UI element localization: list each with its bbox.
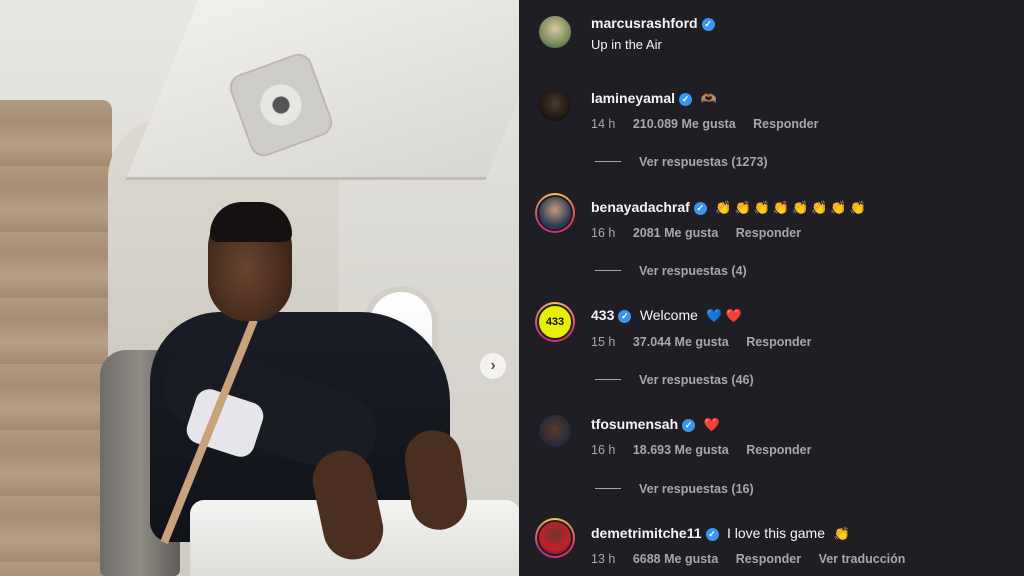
reply-button[interactable]: Responder [746, 335, 811, 349]
comment-line: benayadachraf ✓ 👏👏👏👏👏👏👏👏 [591, 199, 869, 217]
comment-line: 433 ✓ Welcome 💙❤️ [591, 307, 745, 325]
likes-count[interactable]: 18.693 Me gusta [633, 443, 729, 457]
view-replies[interactable]: Ver respuestas (4) [595, 264, 747, 278]
commenter-username[interactable]: 433 [591, 307, 614, 323]
reply-button[interactable]: Responder [736, 552, 801, 566]
reply-button[interactable]: Responder [753, 117, 818, 131]
commenter-username[interactable]: lamineyamal [591, 90, 675, 106]
wood-wall-panel [0, 100, 112, 576]
translate-button[interactable]: Ver traducción [819, 552, 906, 566]
comment-meta: 13 h 6688 Me gusta Responder Ver traducc… [591, 552, 919, 566]
post-photo[interactable]: › [0, 0, 519, 576]
commenter-username[interactable]: tfosumensah [591, 416, 678, 432]
verified-badge-icon: ✓ [618, 310, 632, 323]
comment-meta: 14 h 210.089 Me gusta Responder [591, 117, 832, 131]
comment-emoji: 💙❤️ [706, 308, 745, 323]
likes-count[interactable]: 6688 Me gusta [633, 552, 718, 566]
view-replies[interactable]: Ver respuestas (46) [595, 373, 754, 387]
comment-time: 16 h [591, 443, 616, 457]
reply-button[interactable]: Responder [736, 226, 801, 240]
comment-emoji: 🫶🏽 [700, 91, 720, 106]
comment-text: Welcome [639, 307, 698, 323]
comment-emoji: 👏 [833, 526, 853, 541]
verified-badge-icon: ✓ [693, 202, 707, 215]
comment-meta: 16 h 2081 Me gusta Responder [591, 226, 815, 240]
likes-count[interactable]: 37.044 Me gusta [633, 335, 729, 349]
author-username[interactable]: marcusrashford [591, 15, 698, 31]
view-replies[interactable]: Ver respuestas (1273) [595, 155, 768, 169]
verified-badge-icon: ✓ [682, 419, 696, 432]
comment-time: 13 h [591, 552, 616, 566]
comment-emoji: ❤️ [703, 417, 723, 432]
author-avatar[interactable] [537, 14, 573, 50]
likes-count[interactable]: 2081 Me gusta [633, 226, 718, 240]
view-replies-label[interactable]: Ver respuestas (4) [639, 264, 747, 278]
verified-badge-icon: ✓ [679, 93, 693, 106]
chevron-right-icon[interactable]: › [480, 353, 506, 379]
comment-line: demetrimitche11 ✓ I love this game 👏 [591, 525, 853, 543]
likes-count[interactable]: 210.089 Me gusta [633, 117, 736, 131]
commenter-avatar[interactable] [535, 193, 575, 233]
commenter-username[interactable]: benayadachraf [591, 199, 690, 215]
replies-divider [595, 270, 621, 271]
commenter-avatar[interactable] [537, 413, 573, 449]
person-hair [210, 202, 292, 242]
verified-badge-icon: ✓ [701, 18, 715, 31]
comment-time: 15 h [591, 335, 616, 349]
view-replies-label[interactable]: Ver respuestas (1273) [639, 155, 768, 169]
view-replies-label[interactable]: Ver respuestas (46) [639, 373, 754, 387]
comments-panel: marcusrashford ✓ Up in the Air lamineyama… [519, 0, 1024, 576]
commenter-avatar[interactable] [535, 518, 575, 558]
replies-divider [595, 161, 621, 162]
commenter-avatar[interactable]: 433 [535, 302, 575, 342]
replies-divider [595, 379, 621, 380]
commenter-username[interactable]: demetrimitche11 [591, 525, 702, 541]
view-replies-label[interactable]: Ver respuestas (16) [639, 482, 754, 496]
post-caption: Up in the Air [591, 37, 662, 52]
comment-line: lamineyamal ✓ 🫶🏽 [591, 90, 720, 108]
comment-line: tfosumensah ✓ ❤️ [591, 416, 723, 434]
replies-divider [595, 488, 621, 489]
reply-button[interactable]: Responder [746, 443, 811, 457]
author-header: marcusrashford ✓ [591, 15, 715, 33]
view-replies[interactable]: Ver respuestas (16) [595, 482, 754, 496]
comment-text: I love this game [726, 525, 826, 541]
cabin-ceiling [125, 0, 519, 180]
comment-meta: 16 h 18.693 Me gusta Responder [591, 443, 826, 457]
comment-time: 16 h [591, 226, 616, 240]
comment-emoji: 👏👏👏👏👏👏👏👏 [715, 200, 869, 215]
verified-badge-icon: ✓ [705, 528, 719, 541]
comment-time: 14 h [591, 117, 616, 131]
comment-meta: 15 h 37.044 Me gusta Responder [591, 335, 826, 349]
commenter-avatar[interactable] [537, 87, 573, 123]
